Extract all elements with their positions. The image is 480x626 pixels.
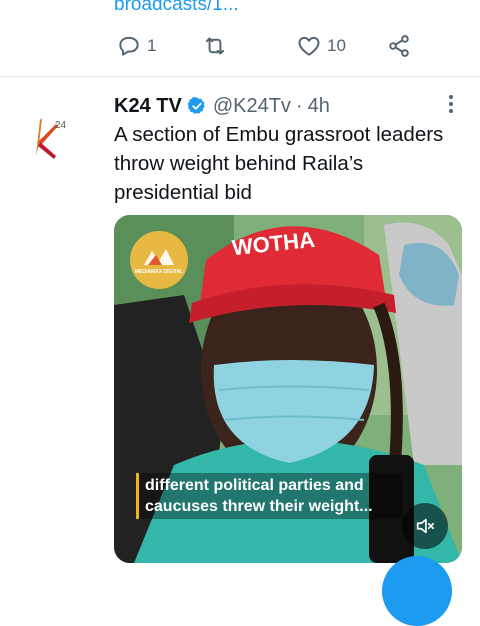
reply-button[interactable]: 1 [116, 30, 156, 62]
k24-logo-icon: 24 [36, 118, 67, 159]
share-button[interactable] [386, 30, 412, 62]
retweet-icon [205, 37, 225, 55]
like-icon [298, 36, 320, 56]
author-name[interactable]: K24 TV [114, 95, 182, 118]
author-handle[interactable]: @K24Tv [213, 95, 291, 118]
tweet-text: A section of Embu grassroot leaders thro… [114, 123, 444, 204]
like-count: 10 [327, 36, 346, 55]
caption-line-2: caucuses threw their weight... [145, 498, 373, 515]
unmute-button[interactable] [402, 503, 448, 549]
share-icon [389, 35, 409, 57]
reply-count: 1 [147, 36, 157, 55]
avatar[interactable]: 24 [22, 104, 94, 176]
previous-tweet-actions: 1 10 [114, 30, 414, 62]
previous-tweet-link[interactable]: broadcasts/1... [114, 0, 239, 16]
tweet-time[interactable]: 4h [308, 95, 330, 118]
compose-tweet-button[interactable] [382, 556, 452, 626]
tweet-divider [0, 76, 480, 77]
video-caption: different political parties and caucuses… [136, 473, 403, 519]
retweet-button[interactable] [202, 30, 233, 62]
mediamax-watermark: MEDIAMAX DIGITAL [130, 231, 188, 289]
more-options-button[interactable] [440, 92, 462, 118]
verified-icon [187, 96, 205, 114]
more-icon [440, 95, 462, 113]
like-button[interactable]: 10 [296, 30, 346, 62]
reply-icon [119, 36, 139, 56]
mute-icon [416, 518, 435, 534]
watermark-text: MEDIAMAX DIGITAL [134, 269, 184, 275]
tweet-header: K24 TV @K24Tv · 4h [114, 91, 330, 121]
caption-line-1: different political parties and [145, 477, 364, 494]
watermark-logo-icon [144, 249, 174, 265]
tweet-video[interactable]: WOTHA MEDIAMAX DIGITAL different politic… [114, 215, 462, 563]
dot-separator: · [295, 94, 303, 117]
svg-text:24: 24 [55, 120, 67, 131]
